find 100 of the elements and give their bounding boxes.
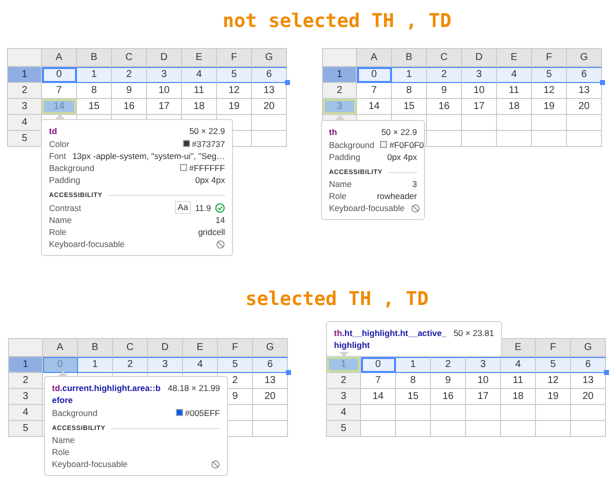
row-header: 4 — [8, 114, 42, 130]
table-cell — [361, 404, 396, 420]
column-header: C — [427, 48, 462, 66]
table-cell: 10 — [147, 82, 182, 98]
column-header: C — [112, 48, 147, 66]
column-header: A — [42, 48, 77, 66]
table-cell: 17 — [466, 388, 501, 404]
element-selector: td — [49, 124, 58, 136]
table-cell — [497, 130, 532, 146]
table-cell: 8 — [77, 82, 112, 98]
fill-handle[interactable] — [600, 80, 605, 84]
row-header: 5 — [327, 420, 361, 436]
column-header: A — [43, 338, 78, 356]
table-cell: 3 — [148, 356, 183, 372]
table-cell: 20 — [567, 98, 602, 114]
table-cell: 5 — [217, 66, 252, 82]
column-header: F — [218, 338, 253, 356]
element-dimensions: 50 × 22.9 — [381, 126, 417, 138]
property-label: Name — [52, 434, 75, 446]
property-label: Contrast — [49, 202, 82, 214]
section-title: not selected TH , TD — [222, 9, 452, 34]
table-cell — [396, 404, 431, 420]
row-header: 2 — [323, 82, 357, 98]
table-cell — [361, 420, 396, 436]
table-cell: 6 — [253, 356, 288, 372]
table-cell — [501, 420, 536, 436]
table-cell — [536, 404, 571, 420]
property-label: Background — [49, 162, 94, 174]
table-cell: 0 — [361, 356, 396, 372]
table-cell: 4 — [183, 356, 218, 372]
column-header: B — [392, 48, 427, 66]
table-cell — [462, 114, 497, 130]
column-header: E — [497, 48, 532, 66]
property-value: #F0F0F0 — [389, 138, 424, 150]
not-allowed-icon — [410, 204, 420, 213]
table-cell — [462, 130, 497, 146]
element-selector: td.current.highlight.area::before — [52, 382, 162, 406]
property-label: Role — [49, 226, 66, 238]
fill-handle[interactable] — [604, 370, 609, 374]
table-cell: 1 — [78, 356, 113, 372]
table-cell: 19 — [532, 98, 567, 114]
table-cell: 17 — [147, 98, 182, 114]
table-cell: 12 — [217, 82, 252, 98]
table-cell — [532, 114, 567, 130]
row-header: 3 — [8, 98, 42, 114]
contrast-value: 11.9 — [195, 202, 211, 214]
table-cell — [466, 420, 501, 436]
property-label: Padding — [49, 174, 80, 186]
table-cell: 3 — [466, 356, 501, 372]
row-header: 3 — [327, 388, 361, 404]
row-header: 1 — [323, 66, 357, 82]
property-label: Padding — [329, 150, 360, 162]
table-cell — [427, 130, 462, 146]
table-cell: 7 — [42, 82, 77, 98]
table-cell: 1 — [396, 356, 431, 372]
table-cell: 13 — [253, 372, 288, 388]
property-value: 14 — [216, 214, 225, 226]
property-label: Keyboard-focusable — [52, 458, 128, 470]
table-cell: 2 — [431, 356, 466, 372]
table-cell: 6 — [567, 66, 602, 82]
property-value: gridcell — [198, 226, 225, 238]
table-cell: 3 — [462, 66, 497, 82]
column-header: C — [113, 338, 148, 356]
property-label: Role — [329, 190, 346, 202]
table-cell: 18 — [501, 388, 536, 404]
check-circle-icon — [215, 202, 225, 213]
table-cell — [536, 420, 571, 436]
fill-handle[interactable] — [285, 80, 290, 84]
column-header: F — [532, 48, 567, 66]
row-header: 5 — [9, 420, 43, 436]
property-label: Background — [52, 406, 98, 418]
table-cell: 0 — [42, 66, 77, 82]
column-header: G — [252, 48, 287, 66]
fill-handle[interactable] — [286, 370, 291, 374]
table-cell — [466, 404, 501, 420]
table-cell: 5 — [532, 66, 567, 82]
not-allowed-icon — [211, 460, 220, 469]
property-label: Keyboard-focusable — [49, 238, 125, 250]
table-cell: 18 — [497, 98, 532, 114]
table-cell — [431, 404, 466, 420]
table-cell: 10 — [466, 372, 501, 388]
table-cell: 10 — [462, 82, 497, 98]
column-header: E — [501, 338, 536, 356]
table-cell — [532, 130, 567, 146]
table-cell: 0 — [357, 66, 392, 82]
property-value: 13px -apple-system, "system-ui", "Seg… — [72, 150, 225, 162]
column-header: G — [571, 338, 606, 356]
table-cell: 5 — [218, 356, 253, 372]
element-dimensions: 48.18 × 21.99 — [168, 382, 220, 394]
row-header: 1 — [9, 356, 43, 372]
table-cell: 1 — [77, 66, 112, 82]
property-label: Font — [49, 150, 66, 162]
row-header: 4 — [327, 404, 361, 420]
table-cell: 20 — [571, 388, 606, 404]
table-cell: 9 — [431, 372, 466, 388]
table-cell: 19 — [217, 98, 252, 114]
table-cell: 15 — [392, 98, 427, 114]
table-cell: 11 — [182, 82, 217, 98]
table-cell — [427, 114, 462, 130]
table-cell: 6 — [252, 66, 287, 82]
